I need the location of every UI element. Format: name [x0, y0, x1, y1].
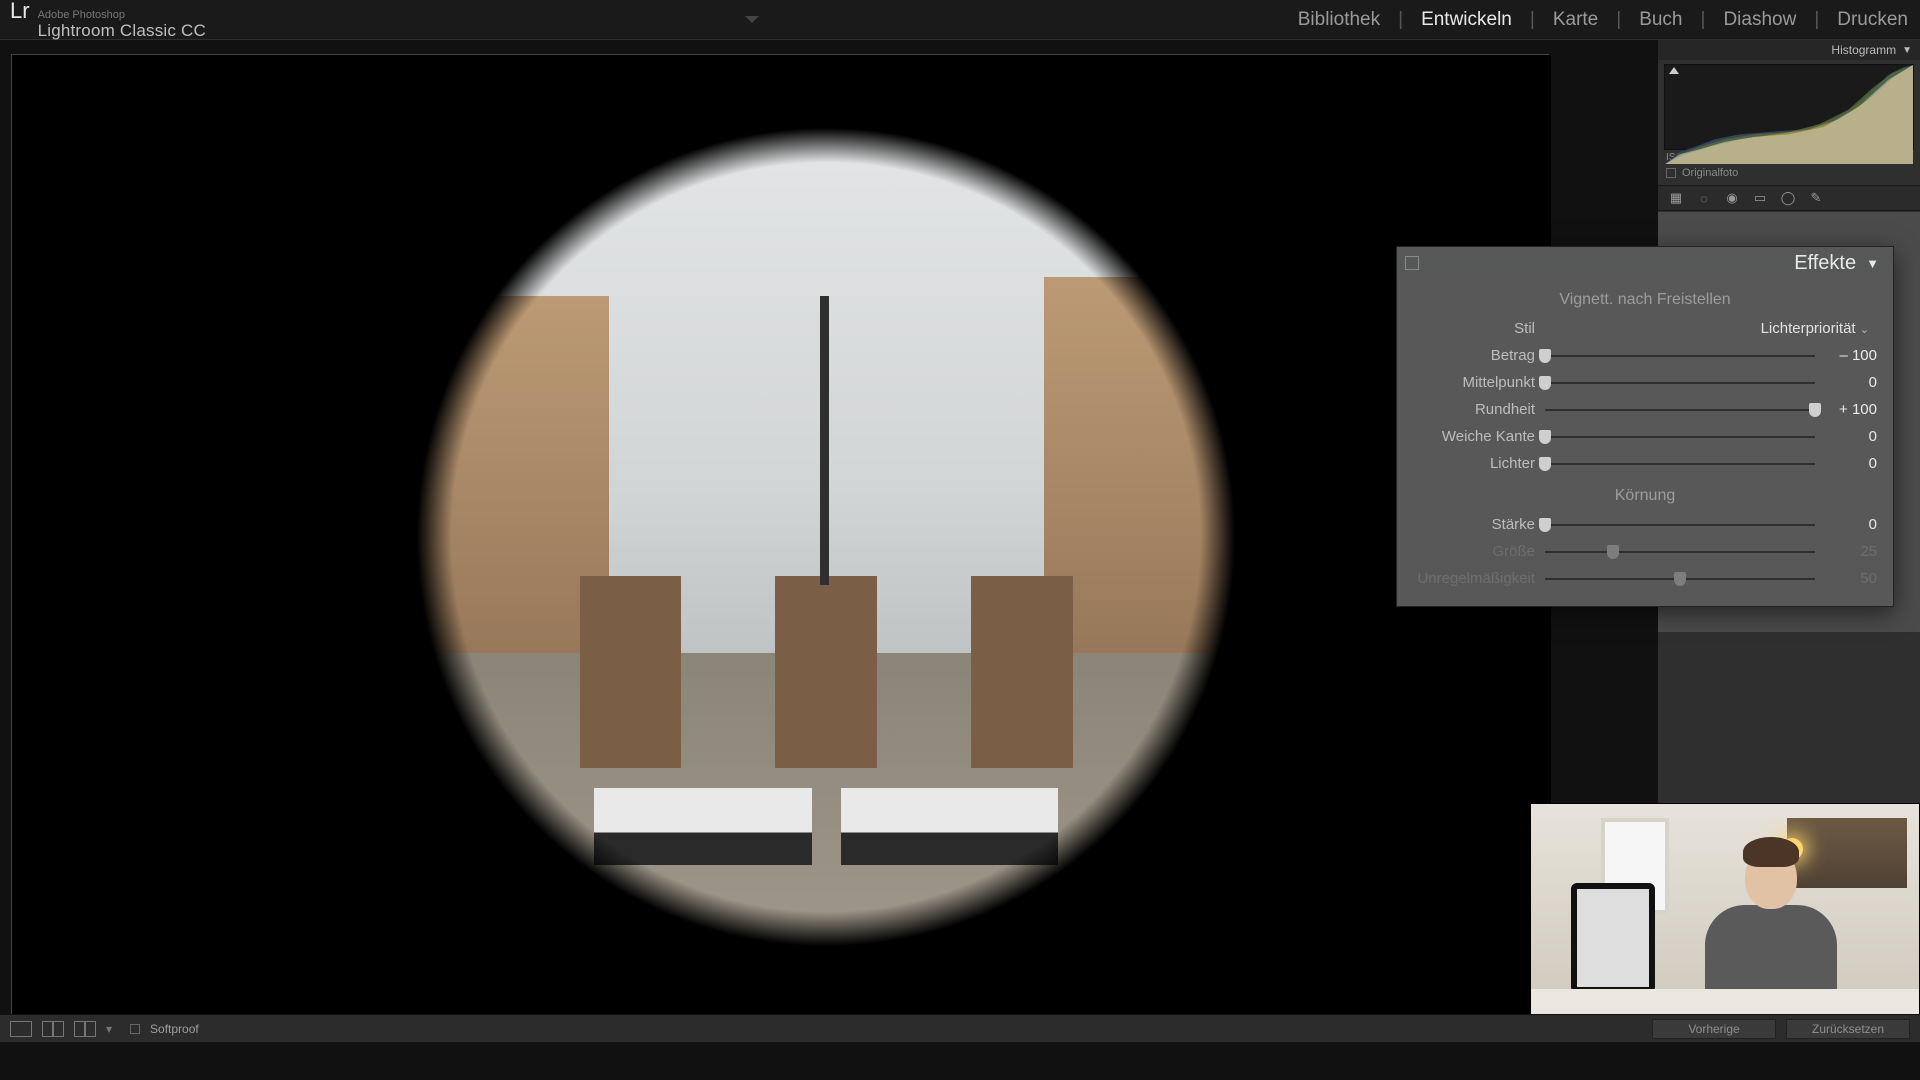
compare-view-icon[interactable]: [42, 1021, 64, 1037]
slider-value[interactable]: – 100: [1815, 347, 1877, 364]
softproof-checkbox[interactable]: [130, 1024, 140, 1034]
slider-value[interactable]: + 100: [1815, 401, 1877, 418]
slider-track[interactable]: [1545, 375, 1815, 391]
original-label: Originalfoto: [1682, 167, 1738, 179]
bottom-actions: Vorherige Zurücksetzen: [1652, 1019, 1910, 1039]
loupe-view-icon[interactable]: [10, 1021, 32, 1037]
style-dropdown[interactable]: Lichterpriorität ⌄: [1545, 320, 1877, 337]
photo-preview: [101, 55, 1551, 1019]
module-print[interactable]: Drucken: [1837, 9, 1908, 31]
before-after-icon[interactable]: [74, 1021, 96, 1037]
effects-header[interactable]: Effekte ▼: [1397, 247, 1893, 279]
bottom-toolbar: ▾ Softproof Vorherige Zurücksetzen: [0, 1014, 1920, 1042]
app-name: Lightroom Classic CC: [38, 21, 206, 41]
style-label: Stil: [1413, 320, 1545, 337]
slider-rundheit: Rundheit + 100: [1413, 396, 1877, 423]
chevron-down-icon: ▼: [1866, 256, 1879, 271]
radial-tool-icon[interactable]: ◯: [1780, 190, 1796, 206]
slider-value[interactable]: 0: [1815, 428, 1877, 445]
slider-mittelpunkt: Mittelpunkt 0: [1413, 369, 1877, 396]
view-mode-group: ▾ Softproof: [10, 1021, 199, 1037]
slider-track: [1545, 571, 1815, 587]
reset-button[interactable]: Zurücksetzen: [1786, 1019, 1910, 1039]
slider-value: 25: [1815, 543, 1877, 560]
slider-track[interactable]: [1545, 517, 1815, 533]
slider-value[interactable]: 0: [1815, 516, 1877, 533]
histogram[interactable]: [1664, 64, 1914, 150]
chevron-down-icon: [745, 16, 759, 23]
module-library[interactable]: Bibliothek: [1298, 9, 1380, 31]
previous-button[interactable]: Vorherige: [1652, 1019, 1776, 1039]
module-map[interactable]: Karte: [1553, 9, 1598, 31]
histogram-plot: [1665, 65, 1913, 164]
local-tools: ▦ ◌ ◉ ▭ ◯ ✎: [1658, 185, 1920, 211]
slider-unregelmaessigkeit: Unregelmäßigkeit 50: [1413, 565, 1877, 592]
redeye-tool-icon[interactable]: ◉: [1724, 190, 1740, 206]
slider-value[interactable]: 0: [1815, 455, 1877, 472]
chevron-down-icon: ⌄: [1860, 324, 1869, 336]
vignette-section-title: Vignett. nach Freistellen: [1413, 291, 1877, 309]
slider-betrag: Betrag – 100: [1413, 342, 1877, 369]
slider-staerke: Stärke 0: [1413, 511, 1877, 538]
softproof-label: Softproof: [150, 1022, 199, 1036]
top-panel-toggle[interactable]: [206, 16, 1298, 23]
workbench: Histogramm ▼ ISO 100 16 mm f / 5.6 1/200…: [0, 40, 1920, 1042]
module-develop[interactable]: Entwickeln: [1421, 9, 1512, 31]
webcam-pip: [1530, 803, 1920, 1016]
slider-lichter: Lichter 0: [1413, 450, 1877, 477]
vignette-overlay: [101, 55, 1551, 1019]
app-logo: Lr Adobe Photoshop Lightroom Classic CC: [10, 0, 206, 41]
effects-panel: Effekte ▼ Vignett. nach Freistellen Stil…: [1396, 246, 1894, 607]
slider-value: 50: [1815, 570, 1877, 587]
panel-switch-icon[interactable]: [1405, 256, 1419, 270]
brand-label: Adobe Photoshop: [38, 9, 206, 21]
image-canvas[interactable]: [11, 54, 1549, 1018]
slider-track[interactable]: [1545, 348, 1815, 364]
checkbox-icon: [1666, 168, 1676, 178]
module-book[interactable]: Buch: [1639, 9, 1682, 31]
effects-body: Vignett. nach Freistellen Stil Lichterpr…: [1397, 279, 1893, 606]
original-toggle[interactable]: Originalfoto: [1666, 167, 1912, 179]
lr-glyph: Lr: [10, 0, 30, 24]
slider-track: [1545, 544, 1815, 560]
view-caret-icon[interactable]: ▾: [106, 1022, 112, 1036]
module-slideshow[interactable]: Diashow: [1723, 9, 1796, 31]
effects-title: Effekte: [1794, 252, 1856, 275]
vignette-style-row: Stil Lichterpriorität ⌄: [1413, 315, 1877, 342]
histogram-title: Histogramm: [1831, 43, 1896, 57]
chevron-down-icon: ▼: [1902, 45, 1912, 56]
crop-tool-icon[interactable]: ▦: [1668, 190, 1684, 206]
gradient-tool-icon[interactable]: ▭: [1752, 190, 1768, 206]
slider-value[interactable]: 0: [1815, 374, 1877, 391]
grain-section-title: Körnung: [1413, 487, 1877, 505]
top-bar: Lr Adobe Photoshop Lightroom Classic CC …: [0, 0, 1920, 40]
module-picker: Bibliothek| Entwickeln| Karte| Buch| Dia…: [1298, 9, 1908, 31]
slider-track[interactable]: [1545, 456, 1815, 472]
histogram-header[interactable]: Histogramm ▼: [1658, 40, 1920, 60]
slider-weiche-kante: Weiche Kante 0: [1413, 423, 1877, 450]
slider-track[interactable]: [1545, 429, 1815, 445]
brush-tool-icon[interactable]: ✎: [1808, 190, 1824, 206]
slider-groesse: Größe 25: [1413, 538, 1877, 565]
spot-tool-icon[interactable]: ◌: [1696, 190, 1712, 206]
slider-track[interactable]: [1545, 402, 1815, 418]
